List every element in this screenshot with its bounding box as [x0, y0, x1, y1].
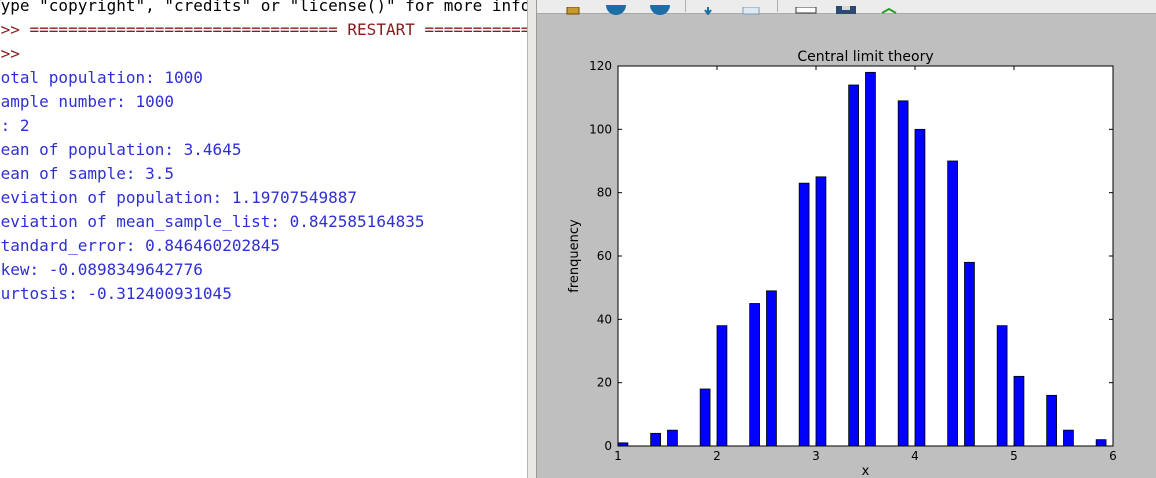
- home-icon[interactable]: [565, 0, 581, 15]
- chart-bar: [716, 325, 728, 447]
- window-divider: [527, 0, 537, 478]
- chart-bar: [1095, 439, 1107, 447]
- shell-output-line: mean of sample: 3.5: [0, 164, 175, 183]
- pan-icon[interactable]: [702, 0, 714, 16]
- chart-bar: [798, 182, 810, 447]
- y-tick-label: 80: [597, 186, 612, 200]
- shell-output: Type "copyright", "credits" or "license(…: [0, 0, 527, 306]
- x-tick-label: 6: [1109, 449, 1117, 463]
- shell-output-line: n: 2: [0, 116, 30, 135]
- shell-output-line: mean of population: 3.4645: [0, 140, 242, 159]
- chart-bar: [996, 325, 1008, 447]
- subplots-icon[interactable]: [795, 0, 817, 14]
- shell-banner-line: Type "copyright", "credits" or "license(…: [0, 0, 527, 15]
- chart-bar: [650, 432, 661, 447]
- chart-bar: [947, 160, 958, 447]
- chart-bar: [848, 84, 859, 447]
- shell-output-line: deviation of population: 1.19707549887: [0, 188, 358, 207]
- y-tick-label: 0: [604, 439, 612, 453]
- y-tick-label: 120: [589, 59, 612, 73]
- chart-bar: [766, 290, 777, 447]
- chart-bar: [914, 128, 926, 447]
- python-shell[interactable]: Type "copyright", "credits" or "license(…: [0, 0, 527, 478]
- chart: 1 2 3 4 5 6020406080100120Central limit theor…: [567, 49, 1117, 478]
- chart-bar: [1063, 429, 1074, 447]
- chart-bar: [865, 71, 876, 447]
- x-axis-label: x: [862, 464, 870, 478]
- toolbar-separator: [777, 0, 778, 12]
- shell-output-line: skew: -0.0898349642776: [0, 260, 203, 279]
- chart-bar: [749, 303, 760, 447]
- shell-output-line: standard_error: 0.846460202845: [0, 236, 280, 255]
- y-axis-label: frenquency: [567, 219, 582, 293]
- chart-bar: [964, 261, 975, 447]
- shell-output-line: sample number: 1000: [0, 92, 175, 111]
- shell-output-line: total population: 1000: [0, 68, 203, 87]
- edit-icon[interactable]: [880, 0, 898, 14]
- save-icon[interactable]: [835, 0, 857, 14]
- figure-toolbar: [537, 0, 1156, 16]
- x-tick-label: 4: [911, 449, 919, 463]
- x-tick-label: 5: [1010, 449, 1018, 463]
- figure-window: 1 2 3 4 5 6 0 20 40 60 80 100 120 Central limit theor…: [537, 0, 1156, 478]
- shell-prompt-line: >>>: [0, 44, 20, 63]
- shell-output-line: kurtosis: -0.312400931045: [0, 284, 232, 303]
- chart-bar: [897, 100, 909, 447]
- chart-title: Central limit theory: [797, 49, 933, 65]
- zoom-icon[interactable]: [742, 0, 760, 15]
- shell-prompt-line: >>> ================================ RES…: [0, 20, 527, 39]
- chart-bar: [1046, 394, 1057, 447]
- shell-output-line: deviation of mean_sample_list: 0.8425851…: [0, 212, 425, 231]
- chart-bar: [1013, 375, 1025, 447]
- x-tick-label: 2: [713, 449, 721, 463]
- back-icon[interactable]: [605, 0, 627, 15]
- chart-bar: [667, 429, 678, 447]
- y-tick-label: 60: [597, 249, 612, 263]
- chart-bar: [815, 176, 827, 447]
- chart-bar: [699, 388, 711, 447]
- y-tick-label: 20: [597, 376, 612, 390]
- forward-icon[interactable]: [649, 0, 671, 15]
- y-tick-label: 40: [597, 312, 612, 326]
- x-tick-label: 3: [812, 449, 820, 463]
- x-tick-label: 1: [614, 449, 622, 463]
- toolbar-separator: [685, 0, 686, 12]
- y-tick-label: 100: [589, 122, 612, 136]
